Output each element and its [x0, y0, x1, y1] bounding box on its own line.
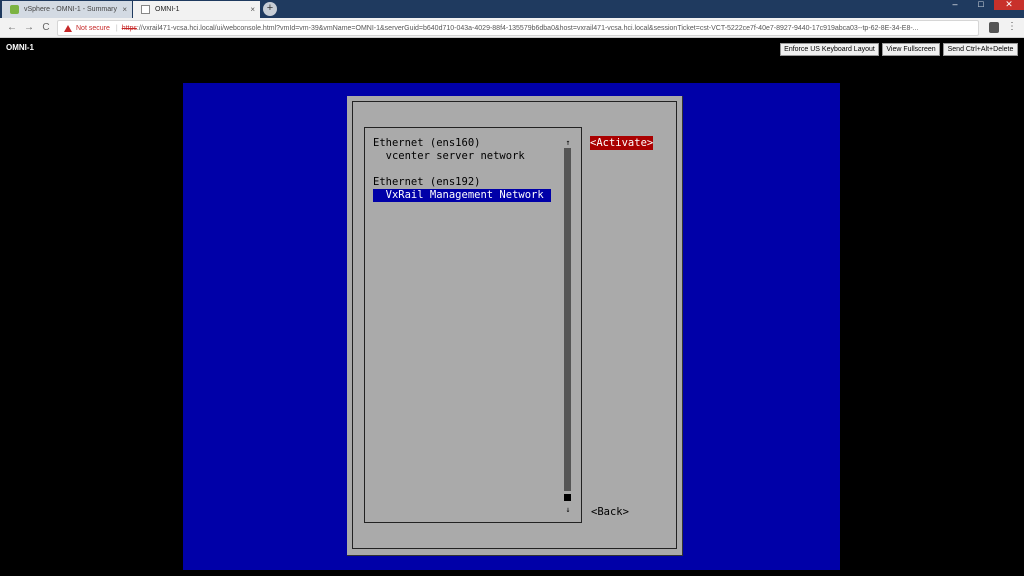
address-separator: |	[115, 24, 118, 32]
list-item-selected[interactable]: VxRail Management Network	[373, 189, 551, 202]
vsphere-icon	[10, 5, 19, 14]
maximize-icon[interactable]: □	[968, 0, 994, 10]
tab-title: vSphere - OMNI-1 - Summary	[24, 6, 117, 13]
address-bar[interactable]: Not secure | https ://vxrail471-vcsa.hci…	[57, 20, 979, 36]
list-item[interactable]: Ethernet (ens160)	[373, 137, 480, 150]
back-button[interactable]: <Back>	[591, 505, 629, 519]
not-secure-label: Not secure	[76, 24, 110, 32]
browser-toolbar: ← → C Not secure | https ://vxrail471-vc…	[0, 18, 1024, 38]
tab-omni-1[interactable]: OMNI-1 ×	[133, 1, 260, 18]
list-item[interactable]: Ethernet (ens192)	[373, 176, 480, 189]
forward-arrow-icon[interactable]: →	[22, 21, 36, 35]
view-fullscreen-button[interactable]: View Fullscreen	[882, 43, 940, 56]
console-title: OMNI-1	[6, 43, 34, 52]
url-scheme: https	[121, 24, 137, 32]
tab-title: OMNI-1	[155, 6, 180, 13]
list-item[interactable]: vcenter server network	[373, 150, 525, 163]
activate-button[interactable]: <Activate>	[590, 136, 654, 150]
scrollbar-track[interactable]	[564, 148, 571, 491]
close-tab-icon[interactable]: ×	[122, 5, 127, 14]
url-text: ://vxrail471-vcsa.hci.local/ui/webconsol…	[136, 24, 919, 32]
page-icon	[141, 5, 150, 14]
kebab-menu-icon[interactable]: ⋮	[1007, 21, 1017, 33]
enforce-keyboard-button[interactable]: Enforce US Keyboard Layout	[780, 43, 879, 56]
minimize-icon[interactable]: –	[942, 0, 968, 10]
back-arrow-icon[interactable]: ←	[5, 21, 19, 35]
new-tab-button[interactable]: +	[263, 2, 277, 16]
profile-icon[interactable]	[989, 22, 999, 33]
tab-strip: vSphere - OMNI-1 - Summary × OMNI-1 × + …	[0, 0, 1024, 18]
reload-icon[interactable]: C	[39, 21, 53, 35]
scroll-down-arrow-icon[interactable]: ↓	[564, 506, 572, 514]
close-tab-icon[interactable]: ×	[250, 5, 255, 14]
tab-vsphere-summary[interactable]: vSphere - OMNI-1 - Summary ×	[2, 1, 132, 18]
send-ctrl-alt-delete-button[interactable]: Send Ctrl+Alt+Delete	[943, 43, 1018, 56]
scroll-up-arrow-icon[interactable]: ↑	[564, 139, 572, 147]
scrollbar-thumb[interactable]	[564, 494, 571, 501]
window-close-icon[interactable]: ✕	[994, 0, 1024, 10]
warning-icon	[64, 24, 72, 32]
